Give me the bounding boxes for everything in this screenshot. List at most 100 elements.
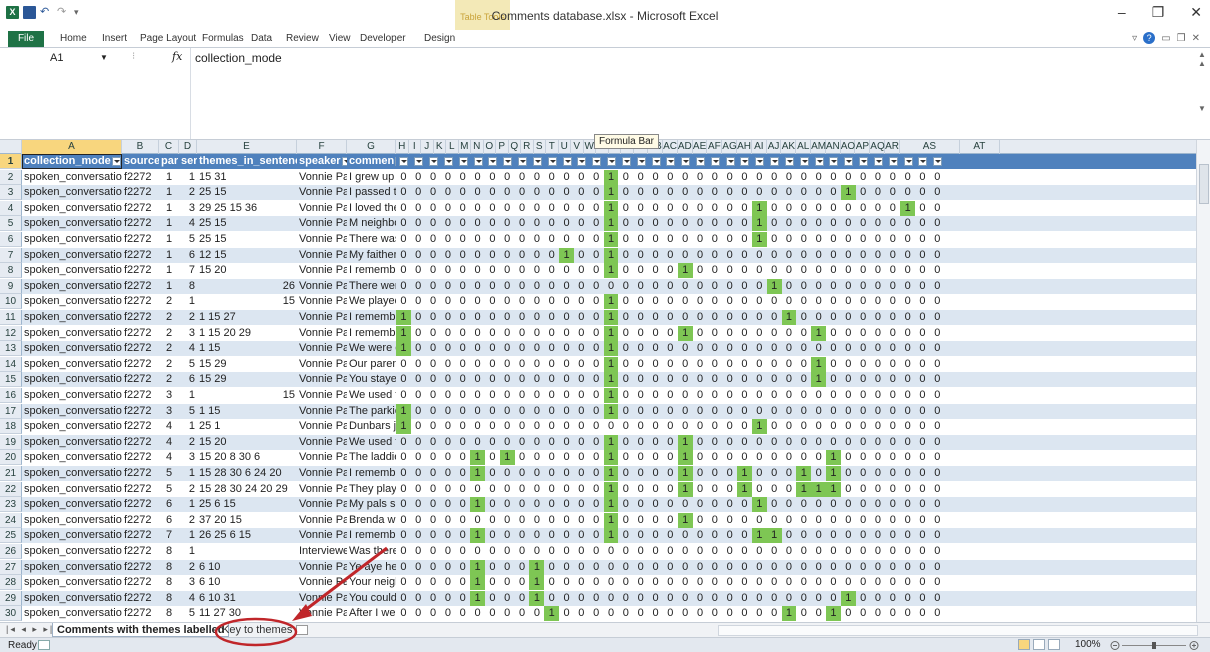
theme-flag-cell[interactable]: 0 [589,263,604,278]
theme-flag-cell[interactable]: 0 [485,419,500,434]
theme-flag-cell[interactable]: 0 [529,357,544,372]
theme-flag-cell[interactable]: 0 [856,263,871,278]
sentence-cell[interactable]: 3 [179,450,197,465]
page-layout-view-icon[interactable] [1033,639,1045,650]
theme-flag-cell[interactable]: 0 [737,232,752,247]
theme-flag-cell[interactable]: 0 [841,575,856,590]
collection-mode-cell[interactable]: spoken_conversatio [22,544,122,559]
theme-flag-cell[interactable]: 0 [930,279,945,294]
theme-header-cell[interactable] [752,154,767,169]
theme-flag-cell[interactable]: 0 [767,263,782,278]
theme-flag-cell[interactable]: 1 [900,200,916,216]
theme-header-cell[interactable] [871,154,886,169]
theme-flag-cell[interactable]: 1 [811,325,827,341]
theme-flag-cell[interactable]: 0 [455,170,470,185]
theme-flag-cell[interactable]: 0 [426,357,441,372]
theme-flag-cell[interactable]: 0 [426,341,441,356]
table-header-cell[interactable]: ser [179,154,197,169]
theme-flag-cell[interactable]: 1 [751,497,767,513]
theme-flag-cell[interactable]: 0 [678,497,693,512]
theme-flag-cell[interactable]: 0 [396,232,411,247]
theme-flag-cell[interactable]: 0 [470,482,485,497]
theme-flag-cell[interactable]: 0 [500,528,515,543]
theme-flag-cell[interactable]: 0 [885,404,900,419]
theme-flag-cell[interactable]: 0 [589,528,604,543]
column-header[interactable]: AT [960,140,1000,154]
theme-flag-cell[interactable]: 0 [782,404,797,419]
paragraph-cell[interactable]: 2 [159,294,179,309]
theme-flag-cell[interactable]: 1 [499,450,515,466]
theme-flag-cell[interactable]: 0 [633,606,648,621]
theme-flag-cell[interactable]: 0 [752,466,767,481]
theme-flag-cell[interactable]: 0 [915,606,930,621]
theme-flag-cell[interactable]: 0 [663,513,678,528]
theme-flag-cell[interactable]: 0 [811,513,826,528]
theme-flag-cell[interactable]: 0 [752,544,767,559]
theme-flag-cell[interactable]: 0 [678,232,693,247]
theme-flag-cell[interactable]: 0 [930,528,945,543]
theme-flag-cell[interactable]: 0 [589,216,604,231]
theme-flag-cell[interactable]: 0 [707,185,722,200]
comment-cell[interactable]: M neighbou [347,216,396,231]
theme-flag-cell[interactable]: 0 [396,591,411,606]
theme-flag-cell[interactable]: 0 [752,404,767,419]
paragraph-cell[interactable]: 4 [159,435,179,450]
theme-flag-cell[interactable]: 0 [811,419,826,434]
column-header[interactable]: C [159,140,179,154]
theme-flag-cell[interactable]: 0 [930,310,945,325]
theme-flag-cell[interactable]: 1 [781,310,797,325]
worksheet-grid[interactable]: 1 collection_mode source par ser themes_in_se… [0,154,1196,622]
theme-flag-cell[interactable]: 0 [470,216,485,231]
theme-flag-cell[interactable]: 0 [752,185,767,200]
theme-flag-cell[interactable]: 0 [796,560,811,575]
theme-flag-cell[interactable]: 0 [782,419,797,434]
theme-flag-cell[interactable]: 0 [618,544,633,559]
theme-flag-cell[interactable]: 1 [470,575,485,591]
theme-flag-cell[interactable]: 0 [722,575,737,590]
theme-flag-cell[interactable]: 0 [782,216,797,231]
theme-flag-cell[interactable]: 0 [752,575,767,590]
speaker-cell[interactable]: Vonnie Pau [297,372,347,387]
theme-flag-cell[interactable]: 0 [544,310,559,325]
theme-flag-cell[interactable]: 1 [396,341,411,357]
theme-flag-cell[interactable]: 0 [529,310,544,325]
theme-flag-cell[interactable]: 0 [871,560,886,575]
theme-flag-cell[interactable]: 0 [589,294,604,309]
collection-mode-cell[interactable]: spoken_conversatio [22,528,122,543]
paragraph-cell[interactable]: 1 [159,263,179,278]
filter-dropdown-icon[interactable] [740,156,750,166]
source-cell[interactable]: f2272 [122,357,159,372]
filter-dropdown-icon[interactable] [488,156,498,166]
theme-flag-cell[interactable]: 0 [767,497,782,512]
theme-flag-cell[interactable]: 0 [930,388,945,403]
theme-flag-cell[interactable]: 0 [485,372,500,387]
theme-header-cell[interactable] [604,154,619,169]
sentence-cell[interactable]: 1 [179,170,197,185]
sentence-cell[interactable]: 1 [179,528,197,543]
theme-flag-cell[interactable]: 0 [544,248,559,263]
paragraph-cell[interactable]: 1 [159,248,179,263]
theme-flag-cell[interactable]: 0 [737,544,752,559]
theme-flag-cell[interactable]: 0 [693,575,708,590]
comment-cell[interactable]: There were [347,279,396,294]
theme-flag-cell[interactable]: 0 [856,341,871,356]
theme-flag-cell[interactable]: 0 [529,294,544,309]
themes-cell[interactable]: 1 15 27 [197,310,297,325]
theme-flag-cell[interactable]: 0 [633,575,648,590]
source-cell[interactable]: f2272 [122,388,159,403]
theme-flag-cell[interactable]: 0 [930,357,945,372]
theme-flag-cell[interactable]: 0 [589,466,604,481]
theme-flag-cell[interactable]: 0 [693,435,708,450]
theme-flag-cell[interactable]: 0 [707,497,722,512]
theme-flag-cell[interactable]: 0 [396,560,411,575]
theme-flag-cell[interactable]: 0 [871,435,886,450]
column-header[interactable]: AF [708,140,723,154]
tab-developer[interactable]: Developer [360,33,406,44]
theme-flag-cell[interactable]: 0 [515,216,530,231]
theme-flag-cell[interactable]: 0 [752,248,767,263]
paragraph-cell[interactable]: 1 [159,232,179,247]
theme-flag-cell[interactable]: 0 [559,201,574,216]
theme-flag-cell[interactable]: 0 [796,575,811,590]
themes-cell[interactable]: 25 1 [197,419,297,434]
theme-flag-cell[interactable]: 0 [915,560,930,575]
